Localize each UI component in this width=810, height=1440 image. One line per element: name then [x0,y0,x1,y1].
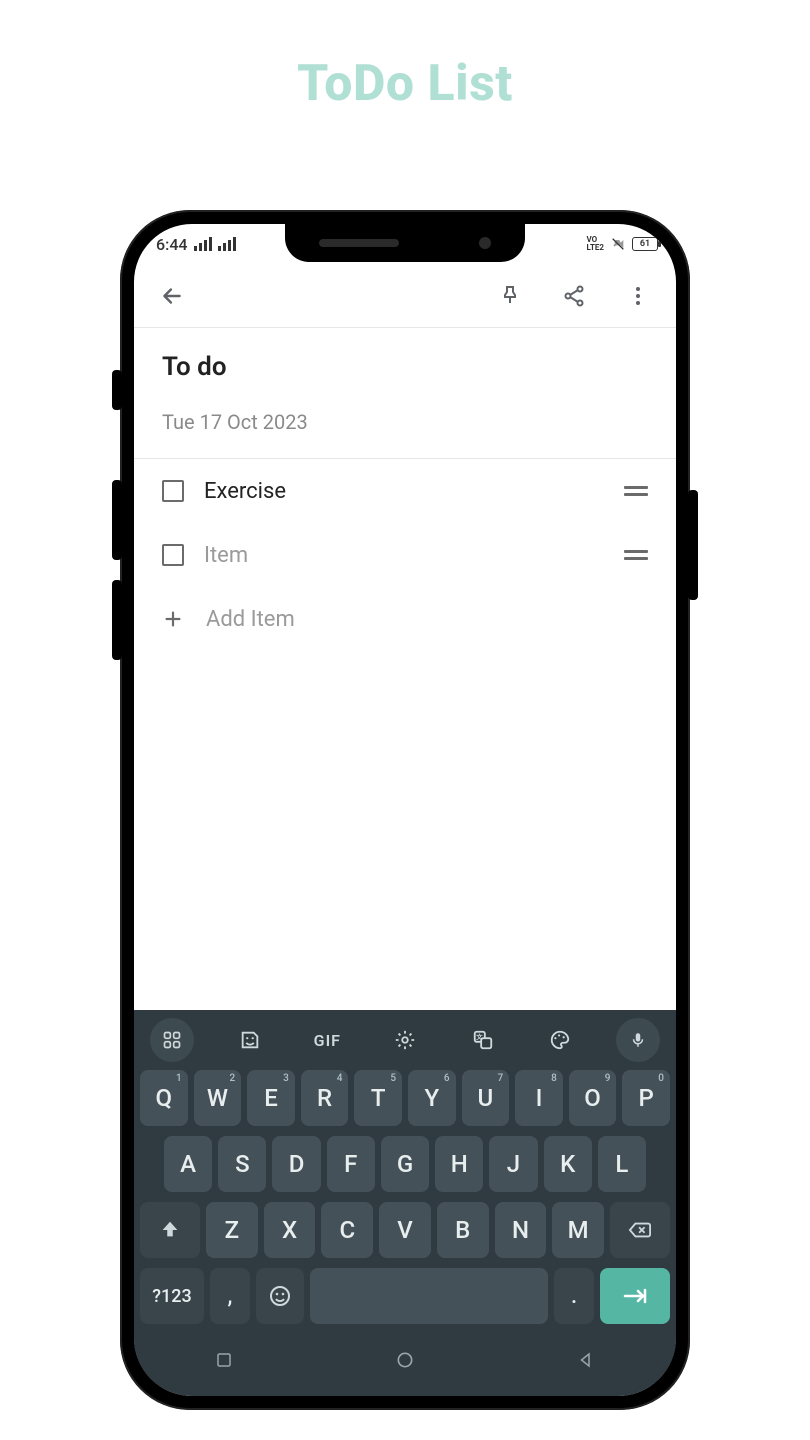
backspace-key[interactable] [610,1202,670,1258]
system-navbar [134,1334,676,1386]
key-v[interactable]: V [379,1202,431,1258]
keyboard-row: ZXCVBNM [140,1202,670,1258]
share-button[interactable] [556,278,592,314]
key-m[interactable]: M [552,1202,604,1258]
page-title: ToDo List [0,0,810,113]
nav-back-button[interactable] [574,1348,598,1372]
mic-icon[interactable] [616,1018,660,1062]
enter-key[interactable] [600,1268,670,1324]
todo-item-label[interactable]: Exercise [204,479,604,504]
note-content: To do Tue 17 Oct 2023 Exercise Item [134,328,676,1010]
key-q[interactable]: Q1 [140,1070,188,1126]
statusbar-time: 6:44 [156,235,188,254]
app-toolbar [134,264,676,328]
keyboard: GIF 文 Q1W2E3R4T5Y6U7I8O9P0 [134,1010,676,1396]
todo-item-label[interactable]: Item [204,543,604,568]
drag-handle-icon[interactable] [624,550,648,560]
key-d[interactable]: D [272,1136,320,1192]
keyboard-apps-icon[interactable] [150,1018,194,1062]
key-p[interactable]: P0 [622,1070,670,1126]
phone-notch [285,224,525,262]
key-j[interactable]: J [489,1136,537,1192]
phone-side-button [112,480,122,560]
phone-frame: 6:44 VO LTE2 61 [120,210,690,1410]
pin-button[interactable] [492,278,528,314]
todo-item[interactable]: Exercise [162,459,648,523]
phone-side-button [112,580,122,660]
keyboard-toolbar: GIF 文 [134,1010,676,1070]
key-y[interactable]: Y6 [408,1070,456,1126]
plus-icon [162,608,184,630]
todo-item[interactable]: Item [162,523,648,587]
checkbox[interactable] [162,544,184,566]
key-k[interactable]: K [544,1136,592,1192]
key-e[interactable]: E3 [247,1070,295,1126]
comma-key[interactable]: , [210,1268,250,1324]
svg-text:文: 文 [476,1032,483,1041]
more-button[interactable] [620,278,656,314]
shift-key[interactable] [140,1202,200,1258]
signal-icon [218,237,236,251]
phone-side-button [688,490,698,600]
symbols-key[interactable]: ?123 [140,1268,204,1324]
key-l[interactable]: L [598,1136,646,1192]
key-n[interactable]: N [495,1202,547,1258]
key-z[interactable]: Z [206,1202,258,1258]
keyboard-row: Q1W2E3R4T5Y6U7I8O9P0 [140,1070,670,1126]
key-h[interactable]: H [435,1136,483,1192]
nav-recent-button[interactable] [212,1348,236,1372]
palette-icon[interactable] [538,1018,582,1062]
key-a[interactable]: A [164,1136,212,1192]
signal-icon [194,237,212,251]
key-g[interactable]: G [381,1136,429,1192]
keyboard-row: ?123 , . [140,1268,670,1324]
phone-side-button [112,370,122,410]
gif-button[interactable]: GIF [305,1018,349,1062]
battery-icon: 61 [632,237,658,251]
space-key[interactable] [310,1268,548,1324]
nav-home-button[interactable] [393,1348,417,1372]
back-button[interactable] [154,278,190,314]
key-f[interactable]: F [327,1136,375,1192]
note-title[interactable]: To do [162,352,648,382]
key-s[interactable]: S [218,1136,266,1192]
key-u[interactable]: U7 [462,1070,510,1126]
key-i[interactable]: I8 [515,1070,563,1126]
drag-handle-icon[interactable] [624,486,648,496]
key-t[interactable]: T5 [354,1070,402,1126]
period-key[interactable]: . [554,1268,594,1324]
key-x[interactable]: X [264,1202,316,1258]
checkbox[interactable] [162,480,184,502]
sticker-icon[interactable] [228,1018,272,1062]
volte-icon: VO LTE2 [587,236,605,252]
settings-icon[interactable] [383,1018,427,1062]
key-r[interactable]: R4 [301,1070,349,1126]
key-b[interactable]: B [437,1202,489,1258]
emoji-key[interactable] [256,1268,304,1324]
key-o[interactable]: O9 [569,1070,617,1126]
add-item-label: Add Item [206,607,295,632]
keyboard-row: ASDFGHJKL [140,1136,670,1192]
key-c[interactable]: C [321,1202,373,1258]
add-item-button[interactable]: Add Item [162,587,648,651]
note-date: Tue 17 Oct 2023 [162,410,648,434]
mute-icon [610,236,626,252]
key-w[interactable]: W2 [194,1070,242,1126]
translate-icon[interactable]: 文 [461,1018,505,1062]
